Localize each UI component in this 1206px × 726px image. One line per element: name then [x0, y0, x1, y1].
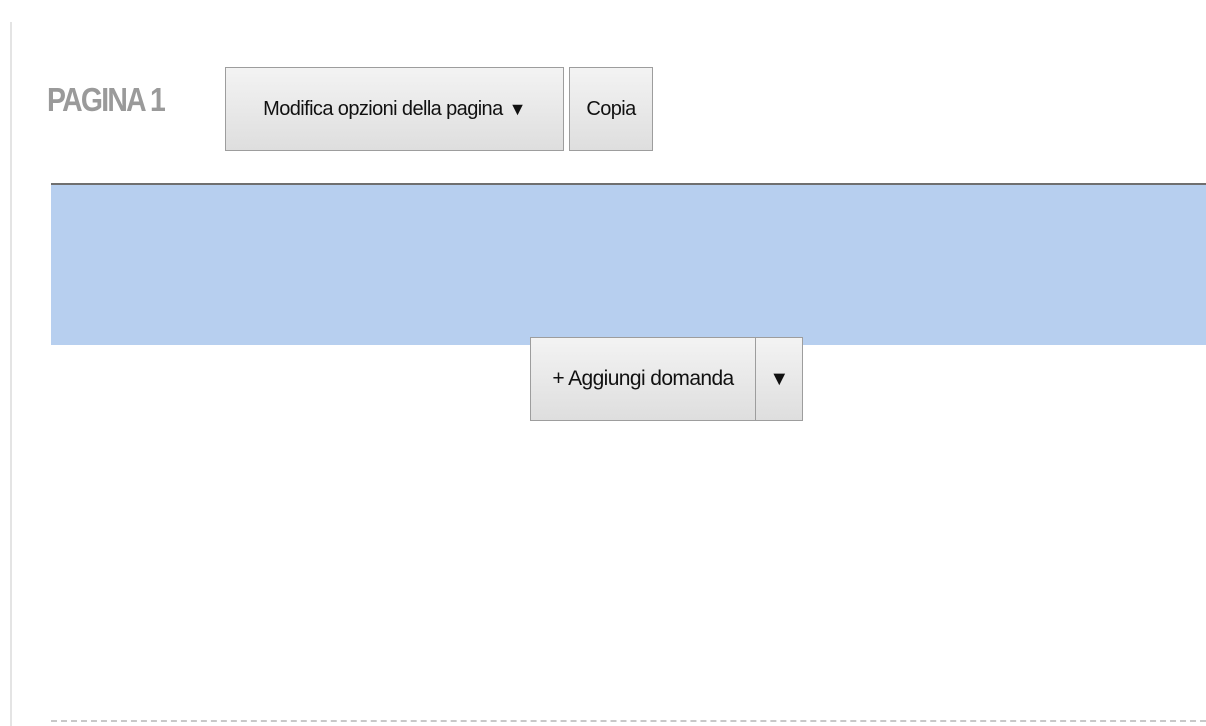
page-header-band: [51, 185, 1206, 345]
chevron-down-icon: ▼: [769, 367, 789, 390]
page-title: PAGINA 1: [47, 81, 166, 118]
add-question-label: + Aggiungi domanda: [552, 367, 734, 390]
page-options-label: Modifica opzioni della pagina: [263, 97, 503, 120]
page-header: PAGINA 1 Modifica opzioni della pagina ▼…: [47, 67, 653, 153]
dashed-divider: [51, 720, 1206, 722]
copy-label: Copia: [586, 97, 636, 120]
page-body: [51, 183, 1206, 726]
left-divider: [10, 22, 12, 726]
add-question-group: + Aggiungi domanda ▼: [530, 337, 803, 423]
survey-editor: PAGINA 1 Modifica opzioni della pagina ▼…: [0, 0, 1206, 726]
add-question-button[interactable]: + Aggiungi domanda: [530, 337, 756, 421]
add-question-dropdown-button[interactable]: ▼: [756, 337, 803, 421]
chevron-down-icon: ▼: [508, 98, 527, 119]
page-options-button[interactable]: Modifica opzioni della pagina ▼: [225, 67, 564, 151]
copy-button[interactable]: Copia: [569, 67, 653, 151]
